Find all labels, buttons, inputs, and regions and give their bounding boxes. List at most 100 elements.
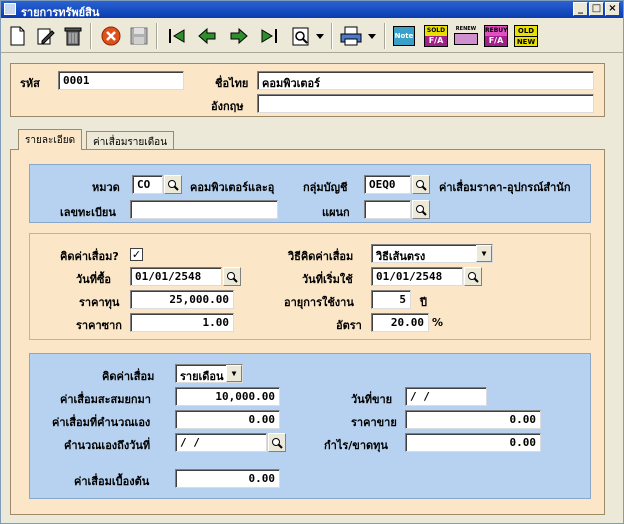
rebuy-fa-icon[interactable]: REBUY F/A — [483, 23, 509, 49]
search-icon — [416, 179, 427, 191]
sold-label: SOLD — [425, 26, 447, 36]
account-group-code-input[interactable]: OEQ0 — [364, 175, 411, 194]
salvage-label: ราคาซาก — [76, 319, 122, 332]
life-label: อายุการใช้งาน — [284, 296, 354, 309]
sell-date-label: วันที่ขาย — [351, 393, 393, 406]
rate-unit: % — [432, 316, 444, 329]
search-icon — [227, 271, 238, 283]
rebuy-fa-label: F/A — [485, 36, 507, 46]
dept-lookup-button[interactable] — [412, 200, 430, 219]
accum-label: ค่าเสื่อมสะสมยกมา — [60, 393, 151, 406]
period-select[interactable]: รายเดือน ▼ — [175, 364, 243, 383]
first-icon[interactable] — [164, 23, 190, 49]
eng-name-label: อังกฤษ — [211, 100, 244, 113]
reg-no-label: เลขทะเบียน — [60, 206, 116, 219]
start-date-label: วันที่เริ่มใช้ — [302, 273, 353, 286]
maximize-button[interactable]: □ — [589, 2, 604, 16]
eng-name-input[interactable] — [257, 94, 594, 113]
calc-to-label: คำนวณเองถึงวันที่ — [64, 439, 151, 452]
cancel-icon[interactable] — [98, 23, 124, 49]
find-dropdown-icon[interactable] — [313, 23, 327, 49]
code-label: รหัส — [20, 77, 40, 90]
start-date-input[interactable]: 01/01/2548 — [371, 267, 463, 286]
category-lookup-button[interactable] — [164, 175, 182, 194]
find-icon[interactable] — [288, 23, 314, 49]
minimize-button[interactable]: _ — [573, 2, 588, 16]
manual-label: ค่าเสื่อมที่คำนวณเอง — [52, 416, 151, 429]
sell-price-input[interactable]: 0.00 — [405, 410, 541, 429]
prev-icon[interactable] — [194, 23, 220, 49]
depreciation-section: คิดค่าเสื่อม? ✓ วิธีคิดค่าเสื่อม วิธีเส้… — [29, 233, 591, 340]
toolbar: Note SOLD F/A RENEW REBUY F/A OLD NEW — [1, 19, 623, 53]
save-icon[interactable] — [126, 23, 152, 49]
summary-section: คิดค่าเสื่อม รายเดือน ▼ ค่าเสื่อมสะสมยกม… — [29, 353, 591, 499]
sell-price-label: ราคาขาย — [351, 416, 397, 429]
sold-fa-icon[interactable]: SOLD F/A — [423, 23, 449, 49]
cost-input[interactable]: 25,000.00 — [130, 290, 234, 309]
life-unit: ปี — [420, 296, 427, 309]
chevron-down-icon[interactable]: ▼ — [476, 245, 492, 262]
method-label: วิธีคิดค่าเสื่อม — [288, 250, 354, 263]
last-icon[interactable] — [256, 23, 282, 49]
note-icon-label: Note — [393, 26, 415, 46]
calc-depreciation-checkbox[interactable]: ✓ — [130, 248, 143, 261]
edit-icon[interactable] — [32, 23, 58, 49]
title-bar: รายการทรัพย์สิน _ □ × — [1, 1, 623, 19]
buy-date-input[interactable]: 01/01/2548 — [130, 267, 222, 286]
buy-date-lookup-button[interactable] — [223, 267, 241, 286]
dept-label: แผนก — [322, 206, 350, 219]
rate-label: อัตรา — [336, 319, 362, 332]
buy-date-label: วันที่ซื้อ — [76, 273, 112, 286]
print-dropdown-icon[interactable] — [365, 23, 379, 49]
cost-label: ราคาทุน — [79, 296, 120, 309]
app-icon — [4, 3, 16, 15]
period-value: รายเดือน — [180, 370, 224, 383]
reg-no-input[interactable] — [130, 200, 278, 219]
tab-details[interactable]: รายละเอียด — [18, 129, 83, 150]
search-icon — [468, 271, 479, 283]
method-select[interactable]: วิธีเส้นตรง ▼ — [371, 244, 493, 263]
account-group-lookup-button[interactable] — [412, 175, 430, 194]
accum-input[interactable]: 10,000.00 — [175, 387, 280, 406]
close-button[interactable]: × — [605, 2, 620, 16]
thai-name-label: ชื่อไทย — [215, 77, 249, 90]
renew-icon[interactable]: RENEW — [453, 23, 479, 49]
sell-date-input[interactable]: / / — [405, 387, 487, 406]
period-label: คิดค่าเสื่อม — [102, 370, 155, 383]
initial-label: ค่าเสื่อมเบื้องต้น — [74, 475, 150, 488]
chevron-down-icon[interactable]: ▼ — [226, 365, 242, 382]
calc-to-input[interactable]: / / — [175, 433, 267, 452]
calc-to-lookup-button[interactable] — [268, 433, 286, 452]
initial-input[interactable]: 0.00 — [175, 469, 280, 488]
account-group-label: กลุ่มบัญชี — [303, 181, 348, 194]
rate-input[interactable]: 20.00 — [371, 313, 429, 332]
category-name: คอมพิวเตอร์และอุ — [190, 181, 275, 194]
manual-input[interactable]: 0.00 — [175, 410, 280, 429]
old-new-icon[interactable]: OLD NEW — [513, 23, 539, 49]
category-code-input[interactable]: CO — [132, 175, 163, 194]
category-section: หมวด CO คอมพิวเตอร์และอุ กลุ่มบัญชี OEQ0… — [29, 164, 591, 223]
rebuy-label: REBUY — [485, 26, 508, 36]
start-date-lookup-button[interactable] — [464, 267, 482, 286]
life-input[interactable]: 5 — [371, 290, 411, 309]
note-icon[interactable]: Note — [391, 23, 417, 49]
salvage-input[interactable]: 1.00 — [130, 313, 234, 332]
account-group-name: ค่าเสื่อมราคา-อุปกรณ์สำนัก — [439, 181, 571, 194]
dept-input[interactable] — [364, 200, 411, 219]
next-icon[interactable] — [226, 23, 252, 49]
search-icon — [168, 179, 179, 191]
delete-icon[interactable] — [60, 23, 86, 49]
category-label: หมวด — [92, 181, 120, 194]
calc-depreciation-label: คิดค่าเสื่อม? — [60, 250, 119, 263]
profit-input[interactable]: 0.00 — [405, 433, 541, 452]
tab-monthly-depreciation[interactable]: ค่าเสื่อมรายเดือน — [86, 131, 175, 150]
new-icon[interactable] — [4, 23, 30, 49]
thai-name-input[interactable]: คอมพิวเตอร์ — [257, 71, 594, 90]
renew-label: RENEW — [455, 26, 477, 32]
print-icon[interactable] — [338, 23, 364, 49]
profit-label: กำไร/ขาดทุน — [324, 439, 388, 452]
code-input[interactable]: 0001 — [58, 71, 184, 90]
tab-content: หมวด CO คอมพิวเตอร์และอุ กลุ่มบัญชี OEQ0… — [10, 149, 605, 515]
sold-fa-label: F/A — [425, 36, 447, 46]
new-label: NEW — [515, 36, 537, 46]
